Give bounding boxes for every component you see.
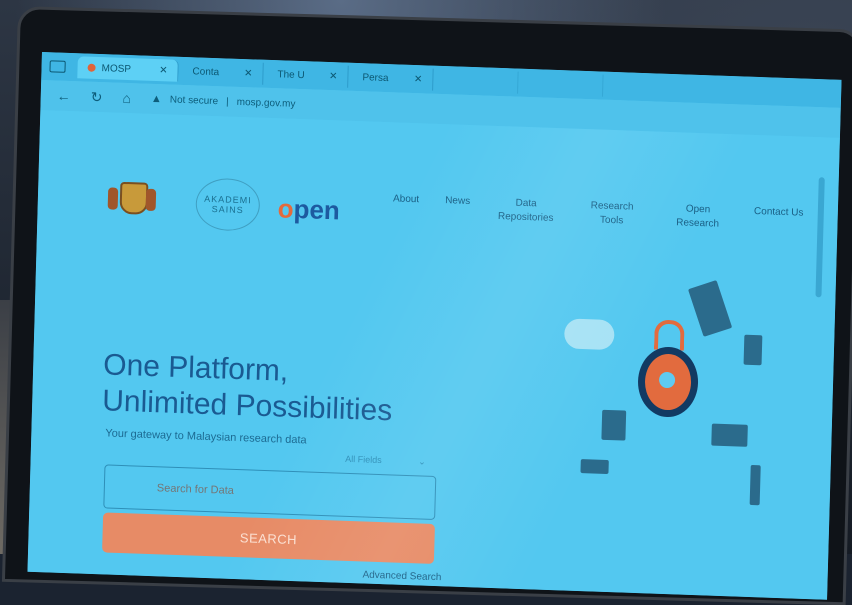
tab-blurred[interactable] <box>437 68 519 94</box>
nav-about[interactable]: About <box>393 192 420 207</box>
document-icon <box>601 409 627 441</box>
nav-news[interactable]: News <box>445 194 470 209</box>
cloud-icon <box>563 318 615 351</box>
keyboard-icon <box>580 459 609 475</box>
open-logo-o: o <box>277 192 295 224</box>
hero-title: One Platform, Unlimited Possibilities <box>102 347 394 429</box>
window-icon[interactable] <box>49 60 66 73</box>
tab-the-u[interactable]: The U ✕ <box>267 62 349 88</box>
phone-icon <box>749 464 761 506</box>
crest-icon <box>107 177 157 223</box>
lock-illustration-icon <box>637 346 699 419</box>
tab-blurred[interactable] <box>522 71 604 97</box>
tab-label: Persa <box>362 71 389 84</box>
open-science-logo[interactable]: o pen <box>277 192 340 225</box>
akademi-line2: SAINS <box>211 204 244 216</box>
tab-mosp[interactable]: MOSP ✕ <box>77 56 179 82</box>
back-arrow-icon[interactable]: ← <box>57 88 71 104</box>
tab-persa[interactable]: Persa ✕ <box>352 65 434 91</box>
warning-icon: ▲ <box>150 92 162 106</box>
chevron-down-icon: ⌄ <box>418 456 426 467</box>
favicon-icon <box>87 63 96 72</box>
crest-caption <box>107 223 177 225</box>
search-input[interactable] <box>104 479 435 505</box>
nav-open-research[interactable]: Open Research <box>667 202 728 232</box>
server-icon <box>743 334 763 366</box>
page-content: AKADEMI SAINS o pen About News Data Repo… <box>27 109 840 600</box>
fields-dropdown[interactable]: All Fields ⌄ <box>311 453 426 468</box>
security-illustration <box>539 258 816 527</box>
laptop-icon <box>711 423 748 447</box>
advanced-search-link[interactable]: Advanced Search <box>362 569 441 583</box>
url-text: mosp.gov.my <box>236 96 296 110</box>
url-warning: Not secure <box>169 93 219 107</box>
url-separator: | <box>225 95 229 108</box>
tab-label: MOSP <box>101 62 132 75</box>
search-box: All Fields ⌄ <box>103 454 437 520</box>
nav-contact-us[interactable]: Contact Us <box>754 205 804 221</box>
laptop-screen: MOSP ✕ Conta ✕ The U ✕ Persa ✕ ← ↻ ⌂ ▲ N… <box>27 52 842 600</box>
nav-data-repositories[interactable]: Data Repositories <box>496 196 557 226</box>
tab-label: The U <box>277 68 305 81</box>
home-icon[interactable]: ⌂ <box>122 90 131 106</box>
close-tab-icon[interactable]: ✕ <box>414 74 423 85</box>
hero-subtitle: Your gateway to Malaysian research data <box>105 427 307 447</box>
open-logo-text: pen <box>293 193 341 225</box>
lock-shackle <box>653 319 685 351</box>
device-icon <box>687 280 733 337</box>
close-tab-icon[interactable]: ✕ <box>329 71 338 82</box>
reload-icon[interactable]: ↻ <box>91 88 103 105</box>
close-tab-icon[interactable]: ✕ <box>244 68 253 79</box>
search-button[interactable]: SEARCH <box>102 512 435 564</box>
close-tab-icon[interactable]: ✕ <box>159 65 168 76</box>
nav-research-tools[interactable]: Research Tools <box>581 199 642 229</box>
tab-label: Conta <box>192 65 220 78</box>
main-nav: About News Data Repositories Research To… <box>392 192 804 234</box>
government-crest <box>107 177 178 225</box>
akademi-sains-logo: AKADEMI SAINS <box>195 177 261 232</box>
tab-conta[interactable]: Conta ✕ <box>182 59 264 85</box>
url-field[interactable]: ▲ Not secure | mosp.gov.my <box>151 93 296 110</box>
logo-row: AKADEMI SAINS o pen <box>107 174 340 234</box>
scrollbar[interactable] <box>815 177 825 298</box>
fields-dropdown-label: All Fields <box>345 453 382 466</box>
